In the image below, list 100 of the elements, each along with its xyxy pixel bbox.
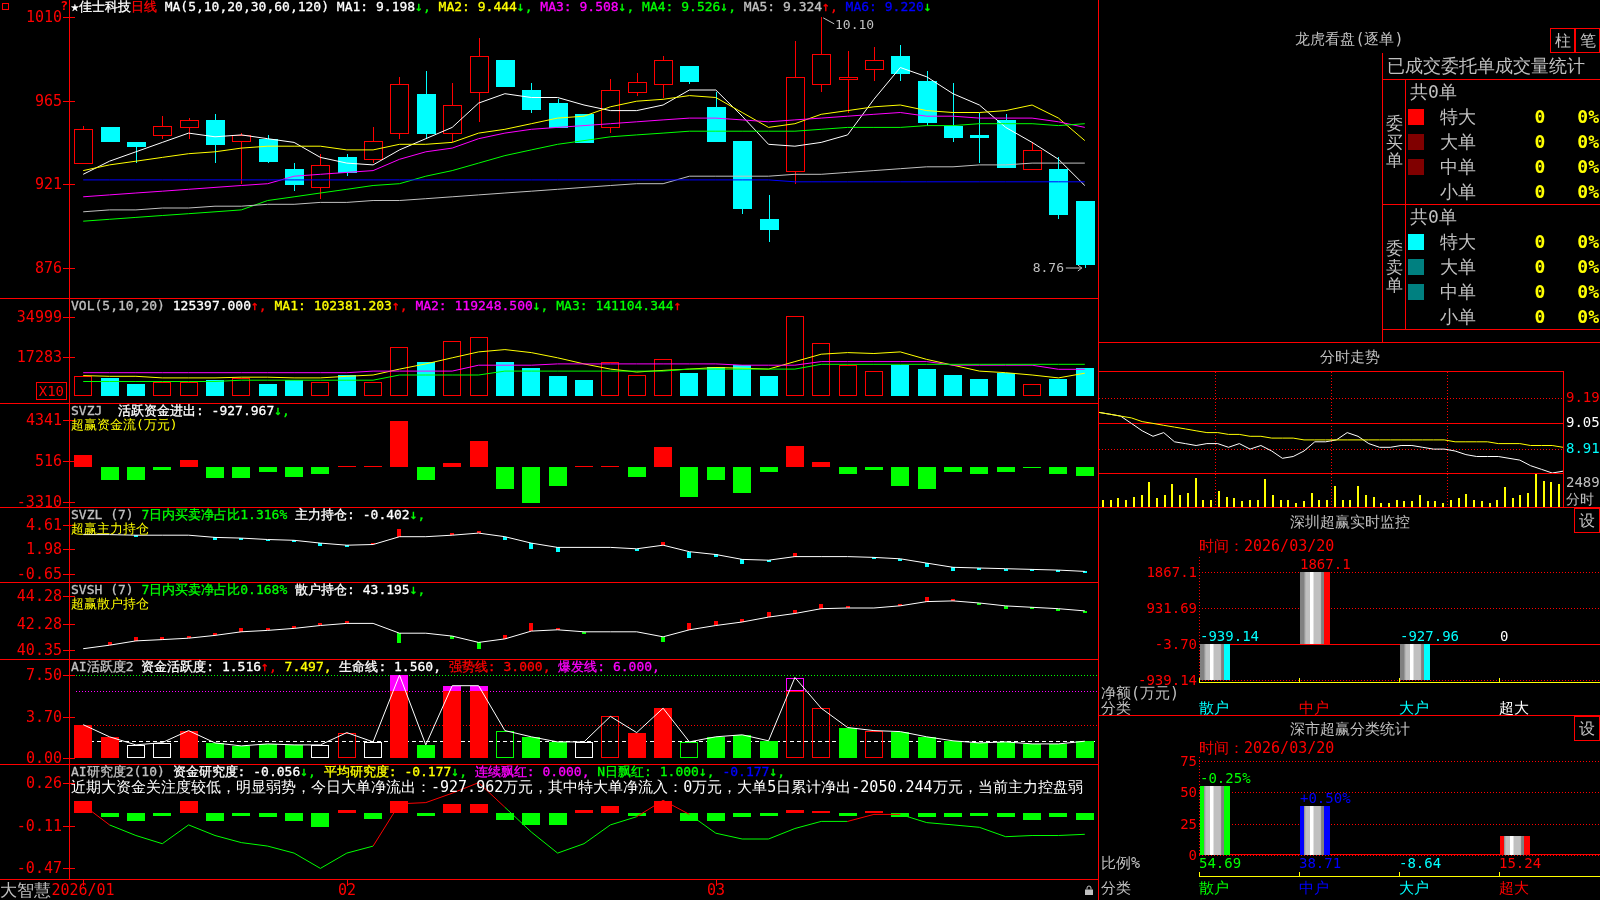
category-label: 散户 [1199,701,1229,715]
axis-label: 4.61 [25,518,62,531]
order-count: 0 [1534,180,1546,203]
axis-label: 3.70 [25,710,62,723]
axis-label: 0.26 [25,776,62,789]
indicator-subtitle: 超赢主力持仓 [71,522,149,536]
order-percent: 0% [1577,230,1600,253]
indicator-readout: 爆发线: 6.000, [557,659,660,674]
axis-label: -3310 [16,495,62,508]
date-label: 2026/01 [51,881,115,899]
value-label: 1867.1 [1300,555,1351,572]
trend-arrow: ↓, [409,582,426,597]
axis-label: 17283 [16,351,62,364]
indicator-readout: 7日内买卖净占比1.316% [140,507,288,522]
trend-arrow: ↓, [532,298,549,313]
indicator-readout: AI活跃度2 [71,659,134,674]
order-count: 0 [1534,155,1546,178]
indicator-readout: 散户持仓: 43.195 [294,582,410,597]
axis-label: -0.65 [16,567,62,580]
trend-arrow: ↓, [274,403,290,418]
indicator-readout: -0.177 [721,764,770,779]
axis-label: 9.19 [1566,390,1600,403]
scale-label: 2489 [1566,476,1600,489]
value-label: -927.96 [1400,628,1459,645]
indicator-readout: 资金研究度: -0.056 [171,764,301,779]
axis-label: 921 [34,177,62,190]
axis-title: 比例% [1100,856,1141,871]
axis-label: 25 [1180,817,1197,830]
axis-label: -3.70 [1154,638,1197,651]
order-count: 0 [1534,305,1546,328]
trend-arrow: ↓ [923,0,932,14]
brand-name: 大智慧 [0,880,51,900]
axis-label: 0 [1188,849,1197,861]
axis-label: 75 [1180,754,1197,767]
indicator-readout: 资金活跃度: 1.516 [140,659,262,674]
order-count: 0 [1534,280,1546,303]
change-label: -0.25% [1200,770,1251,787]
indicator-readout: 7日内买卖净占比0.168% [140,582,288,597]
indicator-readout: 日线 [130,0,157,14]
panel-title: 龙虎看盘(逐单) [1295,30,1404,50]
axis-label: 1867.1 [1146,565,1197,578]
order-size-label: 小单 [1439,305,1476,328]
order-size-label: 大单 [1439,255,1476,278]
value-label: -8.64 [1399,855,1442,871]
indicator-readout: MA4: 9.526 [641,0,721,14]
order-total: 共0单 [1410,206,1457,227]
indicator-readout: 125397.000 [171,298,251,313]
low-price-label: 8.76 [1032,260,1064,275]
indicator-readout: MA6: 9.220 [844,0,924,14]
indicator-readout: 7.497, [283,659,332,674]
axis-label: 8.91 [1566,442,1600,455]
order-total: 共0单 [1410,81,1457,102]
indicator-readout: 活跃资金进出: -927.967 [116,403,275,418]
order-size-label: 小单 [1439,180,1476,203]
indicator-readout: MA(5,10,20,30,60,120) [163,0,329,14]
category-label: 超大 [1499,881,1529,895]
indicator-readout: AI研究度2(10) [71,764,165,779]
category-label: 散户 [1199,881,1229,895]
indicator-readout: MA3: 9.508 [539,0,619,14]
trend-arrow: ↓, [720,0,736,14]
category-label: 大户 [1399,701,1429,715]
indicator-readout: MA2: 119248.500 [414,298,533,313]
order-size-label: 中单 [1439,280,1476,303]
value-label: -939.14 [1200,628,1259,645]
order-count: 0 [1534,255,1546,278]
trend-arrow: ↓, [415,0,431,14]
axis-label: 931.69 [1146,601,1197,614]
indicator-readout: MA1: 9.198 [335,0,416,14]
order-percent: 0% [1577,180,1600,203]
indicator-readout: 主力持仓: -0.402 [294,507,410,522]
trend-arrow: ↓, [409,507,426,522]
indicator-readout: 生命线: 1.560, [338,659,441,674]
trend-arrow: ↑, [251,298,267,313]
timestamp: 时间：2026/03/20 [1199,739,1335,757]
axis-label: 1010 [25,10,62,23]
panel-title: 分时走势 [1319,348,1380,366]
indicator-readout: ★佳士科技 [71,0,131,14]
date-label: 03 [706,881,726,899]
indicator-readout: MA2: 9.444 [437,0,517,14]
axis-label: 876 [34,262,62,274]
axis-label: -0.11 [16,820,62,833]
axis-label: 0.00 [25,752,62,765]
indicator-readout: VOL(5,10,20) [71,298,165,313]
indicator-readout: SVZJ [71,403,103,418]
group-label: 委买单 [1385,113,1403,171]
date-label: 02 [337,881,357,899]
trend-arrow: ↑, [391,298,408,313]
order-percent: 0% [1577,130,1600,153]
value-label: 54.69 [1199,855,1242,871]
axis-label: -0.47 [16,862,62,875]
group-label: 委卖单 [1385,238,1403,296]
indicator-readout: 连续飘红: 0.000, [473,764,590,779]
help-mark: ? [60,0,68,11]
indicator-subtitle: 超赢资金流(万元) [71,418,178,432]
scale-multiplier: X10 [35,382,67,400]
axis-label: 9.05 [1566,416,1600,429]
axis-label: 516 [34,455,62,468]
value-label: 0 [1500,628,1509,645]
axis-title: 分类 [1100,701,1131,715]
order-size-label: 特大 [1439,230,1476,253]
